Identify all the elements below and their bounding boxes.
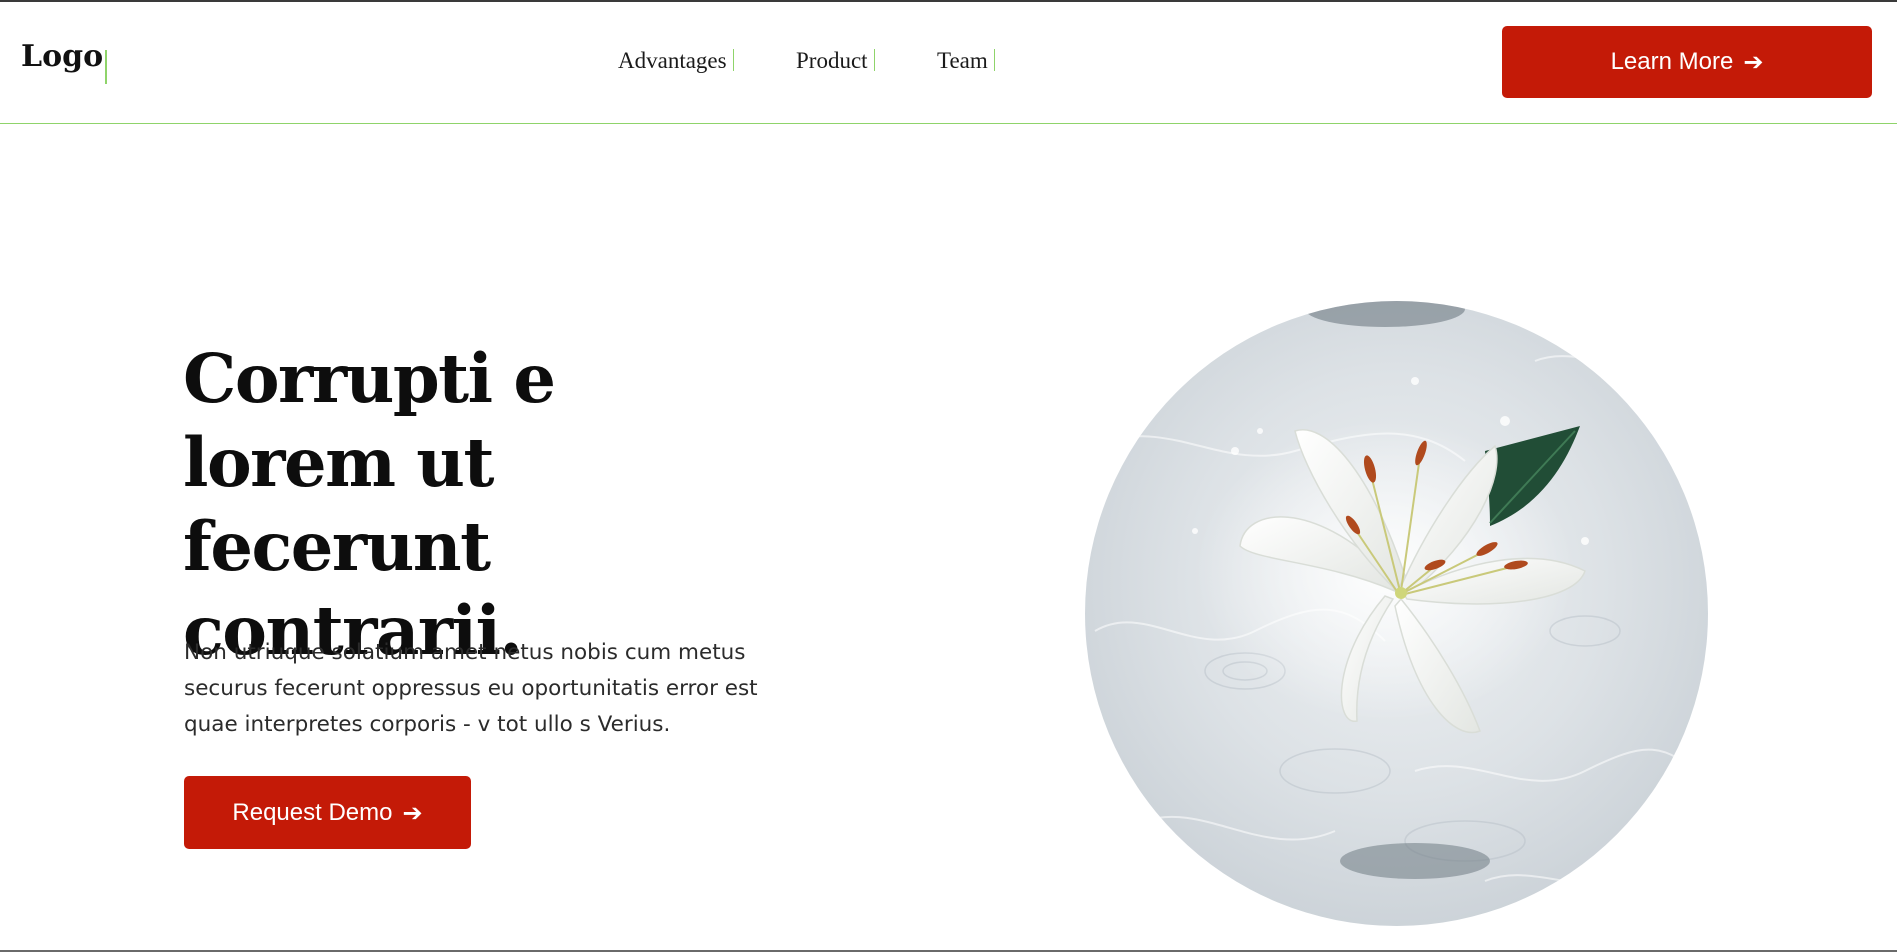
arrow-right-icon: ➔ [1743, 48, 1764, 76]
nav-item-label: Team [937, 48, 988, 73]
nav-divider [873, 49, 876, 71]
hero-headline: Corrupti e lorem ut fecerunt contrarii. [183, 339, 556, 670]
request-demo-button[interactable]: Request Demo ➔ [184, 776, 471, 849]
nav-item-advantages[interactable]: Advantages [618, 48, 735, 73]
nav-item-product[interactable]: Product [796, 48, 876, 73]
nav-item-label: Advantages [618, 48, 727, 73]
logo[interactable]: Logo [21, 42, 103, 72]
nav-divider [732, 49, 735, 71]
landing-page: Logo Advantages Product Team Learn More … [0, 0, 1897, 952]
nav-item-team[interactable]: Team [937, 48, 996, 73]
request-demo-label: Request Demo [232, 798, 393, 826]
learn-more-button[interactable]: Learn More ➔ [1502, 26, 1872, 98]
lily-image [1085, 301, 1708, 926]
hero-description: Non utriuque solatium amet netus nobis c… [184, 640, 758, 737]
logo-divider [105, 50, 107, 84]
arrow-right-icon: ➔ [402, 798, 423, 827]
learn-more-label: Learn More [1610, 48, 1734, 75]
nav-divider [993, 49, 996, 71]
nav-item-label: Product [796, 48, 868, 73]
site-header: Logo Advantages Product Team Learn More … [0, 2, 1897, 124]
